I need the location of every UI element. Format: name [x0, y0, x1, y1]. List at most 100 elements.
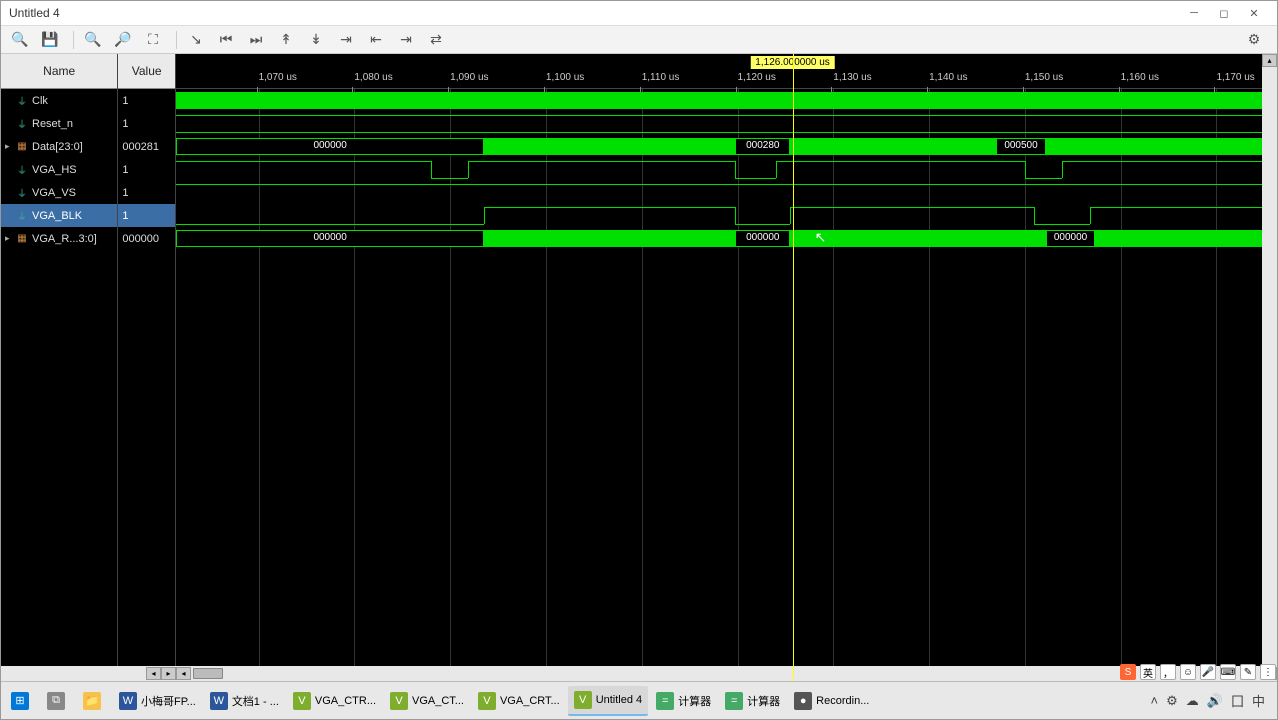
wave-row[interactable] [176, 181, 1277, 204]
signal-row-vgahs[interactable]: ⏚VGA_HS [1, 158, 117, 181]
signal-value[interactable]: 1 [118, 204, 175, 227]
wave-row[interactable] [176, 158, 1277, 181]
search-button[interactable]: 🔍 [7, 29, 33, 51]
signal-type-icon: ⏚ [15, 210, 29, 222]
signal-value[interactable]: 1 [118, 158, 175, 181]
ime-btn-4[interactable]: ☺ [1180, 664, 1196, 680]
time-ruler[interactable]: 1,126.000000 us 1,070 us1,080 us1,090 us… [176, 54, 1277, 89]
taskbar-item-label: 计算器 [747, 693, 780, 709]
signal-row-vgablk[interactable]: ⏚VGA_BLK [1, 204, 117, 227]
wave-scroll-thumb[interactable] [193, 668, 223, 679]
maximize-button[interactable]: ◻ [1209, 3, 1239, 23]
cursor-line[interactable] [793, 54, 794, 681]
prev-icon: ⏮ [220, 31, 233, 48]
expand-icon[interactable]: ▸ [5, 141, 15, 152]
expand-icon[interactable]: ▸ [5, 233, 15, 244]
taskbar-item-label: VGA_CRT... [500, 695, 560, 707]
taskbar-item[interactable]: ⊞ [5, 686, 39, 716]
minimize-button[interactable]: ─ [1179, 3, 1209, 23]
tray-cloud-icon[interactable]: ☁ [1186, 693, 1199, 709]
wave-hscroll[interactable]: ◂ ▸ [176, 666, 1277, 681]
taskbar-item[interactable]: W文档1 - ... [204, 686, 285, 716]
tray-expand-icon[interactable]: ˄ [1151, 693, 1159, 708]
wave-row[interactable] [176, 112, 1277, 135]
taskbar-item-icon: W [210, 692, 228, 710]
taskbar-item[interactable]: =计算器 [719, 686, 786, 716]
signal-row-vgavs[interactable]: ⏚VGA_VS [1, 181, 117, 204]
wave-row[interactable]: 000000000000000000 [176, 227, 1277, 250]
scroll-left-button[interactable]: ◂ [146, 667, 161, 680]
taskbar-item[interactable]: VUntitled 4 [568, 686, 648, 716]
taskbar-item[interactable]: VVGA_CTR... [287, 686, 382, 716]
signal-value[interactable]: 1 [118, 112, 175, 135]
ime-btn-8[interactable]: ⋮ [1260, 664, 1276, 680]
add-marker-button[interactable]: ⇥ [333, 29, 359, 51]
taskbar-item[interactable]: V VGA_CRT... [472, 686, 566, 716]
wave-row[interactable] [176, 89, 1277, 112]
ime-btn-2[interactable]: 英 [1140, 664, 1156, 680]
content-area: Name ⏚Clk⏚Reset_n▸▦Data[23:0]⏚VGA_HS⏚VGA… [1, 54, 1277, 681]
signal-value[interactable]: 000000 [118, 227, 175, 250]
settings-button[interactable]: ⚙ [1241, 29, 1267, 51]
tray-settings-icon[interactable]: ⚙ [1166, 693, 1178, 709]
zoom-in-button[interactable]: 🔍 [80, 29, 106, 51]
vertical-scrollbar[interactable]: ▴ ▾ [1262, 54, 1277, 681]
ime-btn-5[interactable]: 🎤 [1200, 664, 1216, 680]
signal-value[interactable]: 1 [118, 89, 175, 112]
taskbar-item-label: 计算器 [678, 693, 711, 709]
signal-row-data230[interactable]: ▸▦Data[23:0] [1, 135, 117, 158]
wave-row[interactable] [176, 204, 1277, 227]
marker-add-icon: ⇥ [340, 31, 352, 48]
ime-btn-6[interactable]: ⌨ [1220, 664, 1236, 680]
cursor-icon: ↘ [190, 31, 202, 48]
taskbar-item-icon: V [478, 692, 496, 710]
taskbar-item[interactable]: W小梅哥FP... [113, 686, 202, 716]
tray-lang-icon[interactable]: 中 [1252, 691, 1265, 710]
separator [176, 31, 177, 49]
panel-hscroll[interactable]: ◂ ▸ [1, 666, 176, 681]
tray-ime-icon[interactable]: 囗 [1231, 691, 1244, 710]
signal-name-label: Clk [32, 95, 48, 107]
wave-row[interactable]: 000000000280000500 [176, 135, 1277, 158]
signal-type-icon: ⏚ [15, 187, 29, 199]
step-down-button[interactable]: ↡ [303, 29, 329, 51]
next-transition-button[interactable]: ⏭ [243, 29, 269, 51]
value-column-header[interactable]: Value [118, 54, 175, 89]
ime-btn-7[interactable]: ✎ [1240, 664, 1256, 680]
save-button[interactable]: 💾 [37, 29, 63, 51]
waveform-area[interactable]: 1,126.000000 us 1,070 us1,080 us1,090 us… [176, 54, 1277, 681]
ruler-tick: 1,090 us [450, 72, 488, 83]
taskbar-item[interactable]: ⧉ [41, 686, 75, 716]
taskbar-item[interactable]: =计算器 [650, 686, 717, 716]
marker-next-button[interactable]: ⇥ [393, 29, 419, 51]
signal-value[interactable]: 000281 [118, 135, 175, 158]
taskbar-item[interactable]: VVGA_CT... [384, 686, 470, 716]
taskbar-item[interactable]: 📁 [77, 686, 111, 716]
waveform-rows[interactable]: 000000000280000500 000000000000000000 [176, 89, 1277, 666]
zoom-out-button[interactable]: 🔎 [110, 29, 136, 51]
taskbar-item-label: VGA_CT... [412, 695, 464, 707]
step-up-button[interactable]: ↟ [273, 29, 299, 51]
swap-button[interactable]: ⇄ [423, 29, 449, 51]
close-button[interactable]: ✕ [1239, 3, 1269, 23]
wave-scroll-left-button[interactable]: ◂ [176, 667, 191, 680]
scroll-right-button[interactable]: ▸ [161, 667, 176, 680]
taskbar-item-label: Recordin... [816, 695, 869, 707]
marker-prev-button[interactable]: ⇤ [363, 29, 389, 51]
scroll-up-button[interactable]: ▴ [1262, 54, 1277, 67]
tray-volume-icon[interactable]: 🔊 [1207, 693, 1223, 709]
ime-btn-1[interactable]: S [1120, 664, 1136, 680]
name-column-header[interactable]: Name [1, 54, 117, 89]
goto-cursor-button[interactable]: ↘ [183, 29, 209, 51]
prev-transition-button[interactable]: ⏮ [213, 29, 239, 51]
signal-row-vgar30[interactable]: ▸▦VGA_R...3:0] [1, 227, 117, 250]
signal-row-clk[interactable]: ⏚Clk [1, 89, 117, 112]
search-icon: 🔍 [11, 31, 28, 48]
signal-value[interactable]: 1 [118, 181, 175, 204]
next-icon: ⏭ [250, 31, 263, 48]
ime-btn-3[interactable]: ， [1160, 664, 1176, 680]
signal-name-label: Data[23:0] [32, 141, 83, 153]
signal-row-resetn[interactable]: ⏚Reset_n [1, 112, 117, 135]
taskbar-item[interactable]: ●Recordin... [788, 686, 875, 716]
zoom-fit-button[interactable]: ⛶ [140, 29, 166, 51]
